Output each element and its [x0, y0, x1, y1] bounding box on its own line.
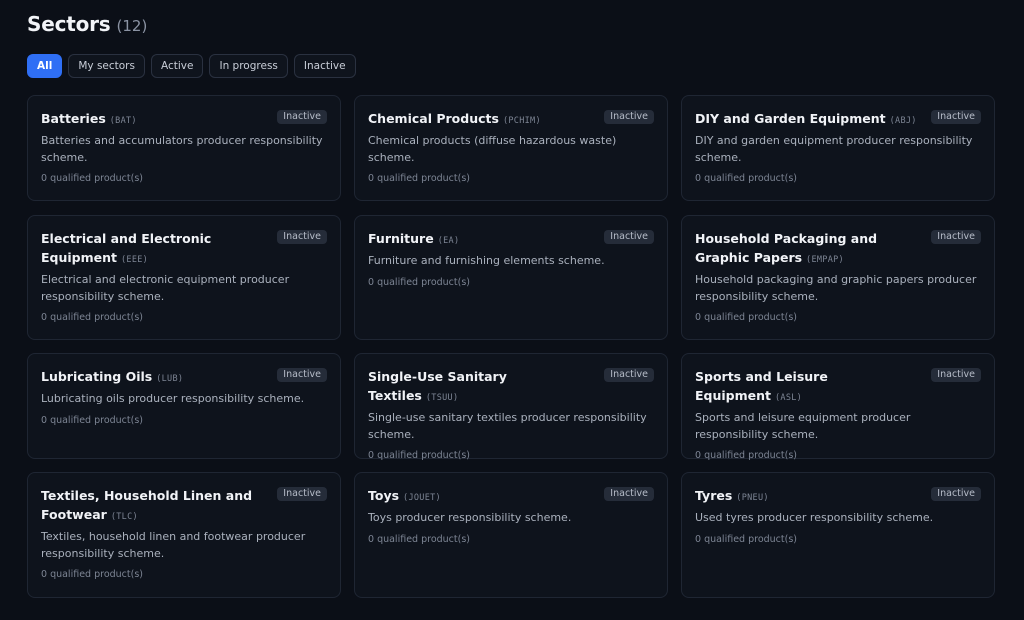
status-badge: Inactive: [277, 368, 327, 382]
qualified-products-count: 0 qualified product(s): [368, 533, 470, 545]
sector-card-sports-leisure[interactable]: Sports and Leisure Equipment (ASL) Inacti…: [681, 353, 995, 461]
page-title: Sectors: [27, 12, 111, 36]
status-badge: Inactive: [277, 110, 327, 124]
sector-card-sanitary-textiles[interactable]: Single-Use Sanitary Textiles (TSUU) Inact…: [354, 353, 668, 461]
qualified-products-count: 0 qualified product(s): [368, 173, 470, 184]
sector-code: (ASL): [775, 393, 803, 403]
sector-code: (ABJ): [889, 116, 917, 126]
sector-card-diy-garden[interactable]: DIY and Garden Equipment (ABJ) Inactive D…: [681, 95, 995, 201]
qualified-products-count: 0 qualified product(s): [41, 173, 143, 184]
sector-card-furniture[interactable]: Furniture (EA) Inactive Furniture and fur…: [354, 215, 668, 340]
sector-code: (EA): [437, 236, 460, 246]
sector-name: Lubricating Oils (LUB): [41, 369, 184, 384]
status-badge: Inactive: [277, 487, 327, 501]
sector-description: Household packaging and graphic papers p…: [695, 273, 977, 303]
filter-bar: All My sectors Active In progress Inacti…: [27, 54, 997, 78]
sector-card-tyres[interactable]: Tyres (PNEU) Inactive Used tyres producer…: [681, 472, 995, 598]
sector-description: Batteries and accumulators producer resp…: [41, 134, 323, 164]
sector-name: Toys (JOUET): [368, 488, 441, 503]
sector-card-household-packaging[interactable]: Household Packaging and Graphic Papers (E…: [681, 215, 995, 340]
qualified-products-count: 0 qualified product(s): [41, 569, 143, 580]
filter-all[interactable]: All: [27, 54, 63, 78]
qualified-products-count: 0 qualified product(s): [695, 173, 797, 184]
sector-name: Batteries (BAT): [41, 111, 137, 126]
sector-description: Toys producer responsibility scheme.: [368, 511, 572, 524]
status-badge: Inactive: [604, 368, 654, 382]
sector-name: DIY and Garden Equipment (ABJ): [695, 111, 917, 126]
qualified-products-count: 0 qualified product(s): [368, 276, 470, 288]
qualified-products-count: 0 qualified product(s): [695, 312, 797, 323]
sector-description: Chemical products (diffuse hazardous was…: [368, 134, 617, 164]
sector-description: Used tyres producer responsibility schem…: [695, 511, 934, 524]
status-badge: Inactive: [604, 487, 654, 501]
status-badge: Inactive: [931, 230, 981, 244]
sector-code: (PNEU): [736, 493, 769, 503]
sector-grid: Batteries (BAT) Inactive Batteries and ac…: [27, 95, 995, 598]
status-badge: Inactive: [931, 368, 981, 382]
sector-card-batteries[interactable]: Batteries (BAT) Inactive Batteries and ac…: [27, 95, 341, 201]
qualified-products-count: 0 qualified product(s): [41, 312, 143, 323]
qualified-products-count: 0 qualified product(s): [695, 450, 797, 461]
status-badge: Inactive: [931, 487, 981, 501]
page-header: Sectors (12): [27, 12, 997, 40]
sector-description: Furniture and furnishing elements scheme…: [368, 254, 605, 267]
sector-name: Furniture (EA): [368, 231, 460, 246]
qualified-products-count: 0 qualified product(s): [695, 533, 797, 545]
sector-description: Electrical and electronic equipment prod…: [41, 273, 290, 303]
sector-code: (TSUU): [425, 393, 459, 403]
sector-card-toys[interactable]: Toys (JOUET) Inactive Toys producer respo…: [354, 472, 668, 598]
qualified-products-count: 0 qualified product(s): [368, 450, 470, 461]
sector-description: Lubricating oils producer responsibility…: [41, 392, 305, 405]
sector-card-lubricating-oils[interactable]: Lubricating Oils (LUB) Inactive Lubricati…: [27, 353, 341, 459]
status-badge: Inactive: [604, 110, 654, 124]
sector-code: (PCHIM): [502, 116, 541, 126]
status-badge: Inactive: [931, 110, 981, 124]
sector-description: Textiles, household linen and footwear p…: [41, 530, 306, 560]
qualified-products-count: 0 qualified product(s): [41, 414, 143, 426]
sector-description: Sports and leisure equipment producer re…: [695, 411, 911, 441]
sector-code: (JOUET): [403, 493, 441, 503]
status-badge: Inactive: [604, 230, 654, 244]
sector-code: (BAT): [109, 116, 137, 126]
sector-name: Sports and Leisure Equipment (ASL): [695, 369, 828, 403]
sector-code: (LUB): [156, 374, 184, 384]
filter-active[interactable]: Active: [150, 54, 204, 78]
filter-in-progress[interactable]: In progress: [209, 54, 288, 78]
sector-card-textiles-linen-footwear[interactable]: Textiles, Household Linen and Footwear (T…: [27, 472, 341, 598]
sector-name: Chemical Products (PCHIM): [368, 111, 541, 126]
sector-name: Household Packaging and Graphic Papers (E…: [695, 231, 878, 265]
sector-code: (EMPAP): [806, 255, 844, 265]
sector-code: (EEE): [121, 255, 149, 265]
sector-name: Single-Use Sanitary Textiles (TSUU): [368, 369, 507, 403]
sector-code: (TLC): [110, 512, 138, 522]
sector-name: Textiles, Household Linen and Footwear (T…: [41, 488, 253, 522]
sector-description: DIY and garden equipment producer respon…: [695, 134, 973, 164]
sector-card-electrical-electronic[interactable]: Electrical and Electronic Equipment (EEE)…: [27, 215, 341, 340]
sector-name: Tyres (PNEU): [695, 488, 769, 503]
status-badge: Inactive: [277, 230, 327, 244]
sector-count: (12): [116, 17, 148, 35]
sector-description: Single-use sanitary textiles producer re…: [368, 411, 647, 441]
filter-my-sectors[interactable]: My sectors: [68, 54, 145, 78]
filter-inactive[interactable]: Inactive: [293, 54, 356, 78]
sector-card-chemical-products[interactable]: Chemical Products (PCHIM) Inactive Chemic…: [354, 95, 668, 201]
sector-name: Electrical and Electronic Equipment (EEE): [41, 231, 212, 265]
